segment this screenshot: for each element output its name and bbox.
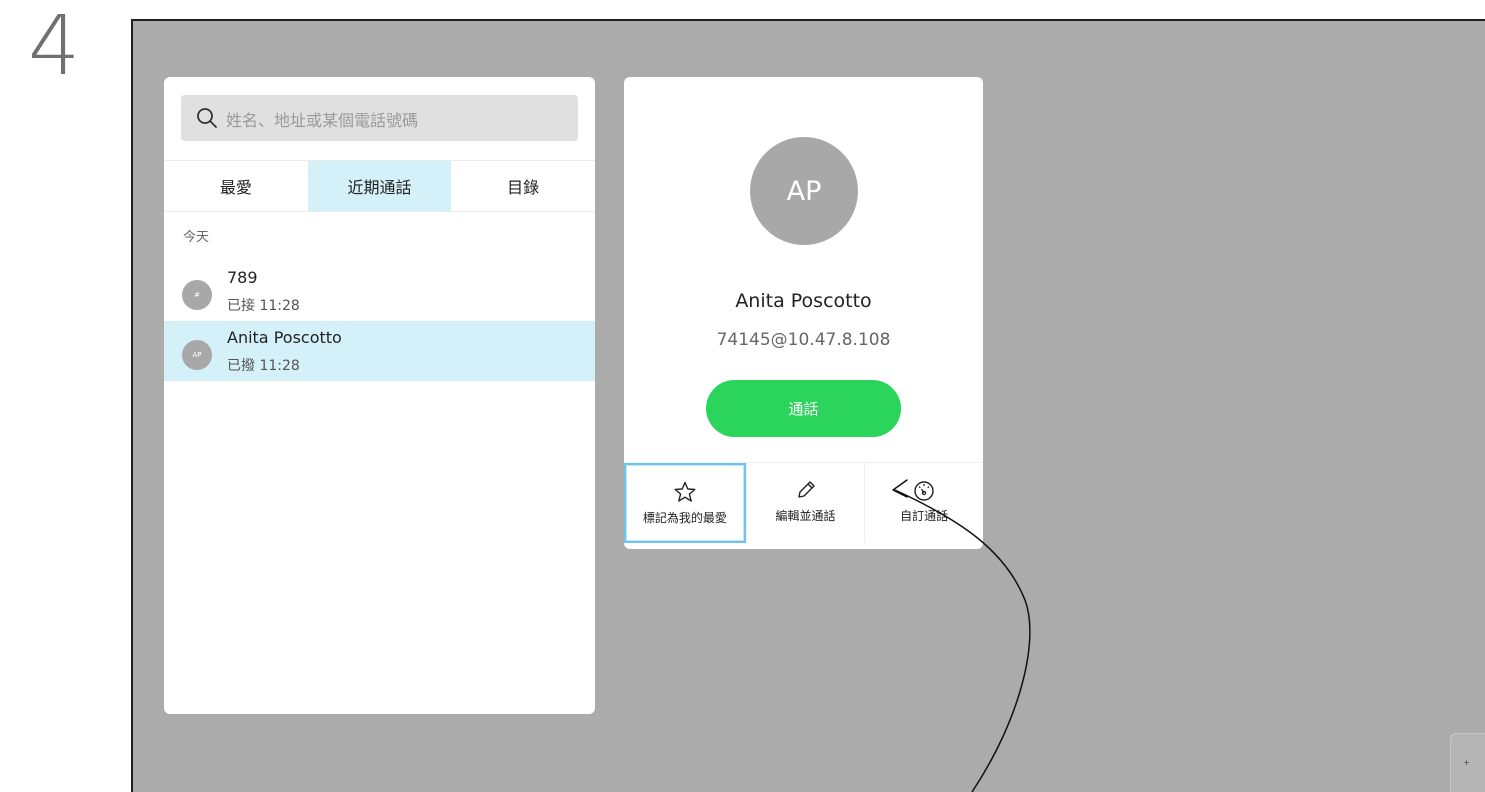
action-label: 標記為我的最愛 xyxy=(642,511,727,525)
mark-favorite-button[interactable]: 標記為我的最愛 xyxy=(624,463,746,543)
item-detail: 已接 11:28 xyxy=(227,298,300,314)
search-placeholder: 姓名、地址或某個電話號碼 xyxy=(226,111,419,130)
call-button[interactable]: 通話 xyxy=(706,380,901,437)
contact-avatar: AP xyxy=(750,137,858,245)
call-list-panel: 姓名、地址或某個電話號碼 最愛 近期通話 目錄 今天 # 789 已接 11:2… xyxy=(164,77,595,714)
star-icon xyxy=(674,481,696,502)
search-icon xyxy=(197,108,217,128)
edit-and-call-button[interactable]: 編輯並通話 xyxy=(745,463,865,543)
corner-widget[interactable]: + xyxy=(1451,734,1485,792)
pencil-icon xyxy=(797,481,815,498)
item-name: 789 xyxy=(227,268,258,287)
action-label: 編輯並通話 xyxy=(775,509,836,523)
tab-directory[interactable]: 目錄 xyxy=(451,161,595,211)
corner-widget-label: + xyxy=(1463,758,1470,767)
avatar: AP xyxy=(182,340,212,370)
item-name: Anita Poscotto xyxy=(227,328,342,347)
action-label: 自訂通話 xyxy=(900,509,949,523)
gauge-icon xyxy=(914,481,934,501)
device-screen: 姓名、地址或某個電話號碼 最愛 近期通話 目錄 今天 # 789 已接 11:2… xyxy=(131,19,1485,792)
contact-detail-panel: AP Anita Poscotto 74145@10.47.8.108 通話 標… xyxy=(624,77,983,549)
tab-bar: 最愛 近期通話 目錄 xyxy=(164,160,595,212)
tab-recents[interactable]: 近期通話 xyxy=(307,161,452,211)
tab-favorites[interactable]: 最愛 xyxy=(164,161,308,211)
contact-address: 74145@10.47.8.108 xyxy=(716,330,891,350)
item-detail: 已撥 11:28 xyxy=(227,358,300,374)
section-header-today: 今天 xyxy=(183,230,210,245)
list-item-789[interactable]: # 789 已接 11:28 xyxy=(164,261,595,321)
avatar: # xyxy=(182,280,212,310)
contact-name: Anita Poscotto xyxy=(735,290,872,312)
custom-call-button[interactable]: 自訂通話 xyxy=(864,463,983,543)
step-number: 4 xyxy=(28,0,81,94)
action-row: 標記為我的最愛 編輯並通話 自訂通話 xyxy=(624,462,983,543)
search-input[interactable]: 姓名、地址或某個電話號碼 xyxy=(181,95,578,141)
list-item-anita-poscotto[interactable]: AP Anita Poscotto 已撥 11:28 xyxy=(164,321,595,381)
